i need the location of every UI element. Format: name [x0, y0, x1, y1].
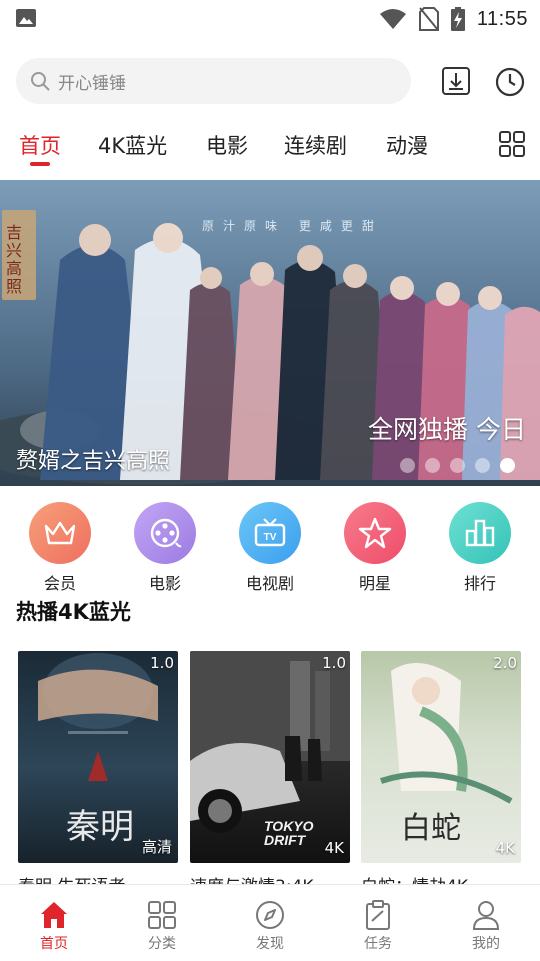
tab-movies[interactable]: 电影: [206, 130, 248, 160]
section-title: 热播4K蓝光: [16, 600, 131, 624]
category-movies[interactable]: 电影: [125, 502, 205, 594]
pagination-dot[interactable]: [450, 458, 465, 473]
category-ranking[interactable]: 排行: [440, 502, 520, 594]
movie-score: 1.0: [322, 654, 346, 672]
tab-4k-bluray[interactable]: 4K蓝光: [98, 130, 167, 160]
category-label: 会员: [43, 574, 76, 593]
pagination-dot[interactable]: [400, 458, 415, 473]
category-label: 排行: [463, 574, 496, 593]
pagination-dot-active[interactable]: [500, 458, 515, 473]
category-stars[interactable]: 明星: [335, 502, 415, 594]
grid-icon: [148, 901, 176, 929]
nav-label: 我的: [472, 936, 500, 952]
pagination-dot[interactable]: [475, 458, 490, 473]
category-stars-circle: [344, 502, 406, 564]
clipboard-icon: [366, 900, 390, 930]
hero-banner[interactable]: 原汁原味 更咸更甜 吉兴高照 全网独播 今日 赘婿之吉兴高照: [0, 180, 540, 486]
movie-card[interactable]: 白蛇 2.0 4K: [361, 651, 521, 863]
movie-poster-text: 白蛇: [401, 811, 461, 846]
category-ranking-circle: [449, 502, 511, 564]
category-vip[interactable]: 会员: [20, 502, 100, 594]
category-tv[interactable]: TV 电视剧: [230, 502, 310, 594]
category-label: 明星: [358, 574, 391, 593]
all-categories-grid-icon[interactable]: [498, 130, 526, 158]
tab-tv-series[interactable]: 连续剧: [284, 130, 347, 160]
nav-tasks[interactable]: 任务: [324, 885, 432, 961]
status-bar: 11:55: [0, 0, 540, 38]
banner-pagination: [400, 458, 515, 473]
no-sim-icon: [418, 7, 439, 31]
nav-profile[interactable]: 我的: [432, 885, 540, 961]
nav-label: 分类: [148, 936, 176, 952]
nav-label: 任务: [364, 936, 392, 952]
movie-quality-badge: 4K: [495, 839, 515, 857]
movie-card[interactable]: TOKYO DRIFT 1.0 4K: [190, 651, 350, 863]
nav-label: 首页: [40, 936, 68, 952]
movie-card[interactable]: 秦明 1.0 高清: [18, 651, 178, 863]
category-tabs: 首页 4K蓝光 电影 连续剧 动漫: [0, 124, 540, 170]
banner-poster-title: 吉兴高照: [6, 223, 23, 296]
category-label: 电视剧: [245, 574, 294, 593]
category-vip-circle: [29, 502, 91, 564]
search-placeholder: 开心锤锤: [58, 73, 126, 94]
star-icon: [358, 517, 392, 549]
search-input[interactable]: 开心锤锤: [16, 58, 411, 104]
nav-categories[interactable]: 分类: [108, 885, 216, 961]
movie-poster-text: 秦明: [66, 807, 134, 847]
status-time: 11:55: [476, 7, 528, 30]
movie-poster-text: TOKYO DRIFT: [264, 818, 314, 848]
tab-home[interactable]: 首页: [19, 130, 61, 160]
movie-score: 1.0: [150, 654, 174, 672]
history-clock-icon[interactable]: [494, 66, 526, 98]
banner-tagline: 原汁原味 更咸更甜: [202, 219, 383, 233]
category-movies-circle: [134, 502, 196, 564]
nav-home[interactable]: 首页: [0, 885, 108, 961]
pagination-dot[interactable]: [425, 458, 440, 473]
search-icon: [31, 72, 50, 91]
bottom-navigation: 首页 分类 发现 任务 我的: [0, 884, 540, 961]
compass-icon: [256, 901, 284, 929]
active-tab-indicator: [30, 162, 50, 166]
crown-icon: [44, 521, 76, 545]
movie-quality-badge: 4K: [324, 839, 344, 857]
home-icon: [41, 902, 67, 928]
movie-score: 2.0: [493, 654, 517, 672]
wifi-icon: [379, 9, 406, 29]
tab-anime[interactable]: 动漫: [386, 130, 428, 160]
image-notification-icon: [16, 9, 36, 27]
tv-icon: TV: [254, 518, 286, 547]
film-reel-icon: [150, 518, 182, 548]
movie-quality-badge: 高清: [141, 838, 172, 856]
user-icon: [472, 901, 500, 930]
ranking-icon: [465, 519, 495, 547]
nav-discover[interactable]: 发现: [216, 885, 324, 961]
battery-charging-icon: [450, 7, 465, 31]
banner-caption: 赘婿之吉兴高照: [16, 449, 171, 474]
category-tv-circle: TV: [239, 502, 301, 564]
svg-text:TV: TV: [264, 532, 277, 543]
banner-overlay-text: 全网独播 今日: [368, 415, 526, 444]
category-label: 电影: [148, 574, 181, 593]
nav-label: 发现: [256, 936, 284, 952]
download-icon[interactable]: [441, 66, 471, 96]
